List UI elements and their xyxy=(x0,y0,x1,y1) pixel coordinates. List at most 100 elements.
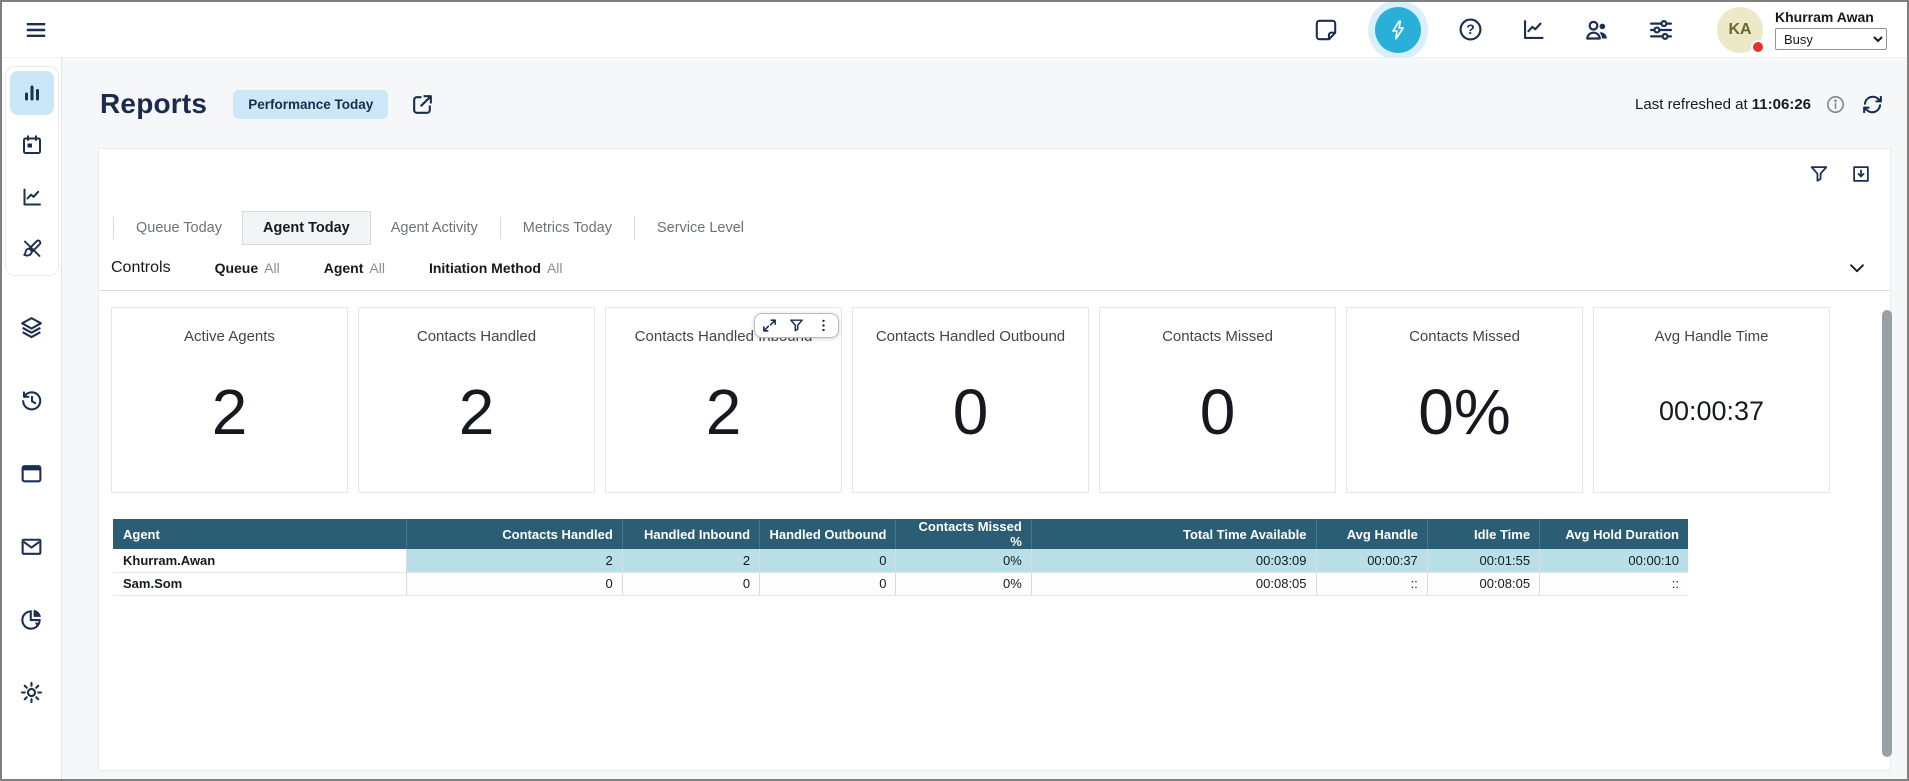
pie-chart-icon xyxy=(19,607,44,632)
column-header-contacts-missed-pct[interactable]: Contacts Missed % xyxy=(896,519,1031,549)
topbar: ? KA Khurram Awan Busy xyxy=(2,2,1907,58)
menu-icon[interactable] xyxy=(24,18,48,42)
column-header-avg-hold-duration[interactable]: Avg Hold Duration xyxy=(1540,519,1688,549)
sidebar-item-layers[interactable] xyxy=(10,305,54,349)
brush-icon xyxy=(20,237,44,261)
vertical-scrollbar[interactable] xyxy=(1882,310,1892,757)
metric-card-contacts-missed-pct[interactable]: Contacts Missed 0% xyxy=(1346,307,1583,493)
filter-funnel-icon[interactable] xyxy=(788,317,805,334)
table-cell: 00:08:05 xyxy=(1031,572,1316,595)
table-row[interactable]: Sam.Som 0 0 0 0% 00:08:05 :: 00:08:05 :: xyxy=(113,572,1688,595)
table-row[interactable]: Khurram.Awan 2 2 0 0% 00:03:09 00:00:37 … xyxy=(113,549,1688,572)
column-header-agent[interactable]: Agent xyxy=(113,519,407,549)
metric-card-active-agents[interactable]: Active Agents 2 xyxy=(111,307,348,493)
sidebar-item-schedule[interactable] xyxy=(10,123,54,167)
sidebar-item-history[interactable] xyxy=(10,378,54,422)
table-cell: 00:00:37 xyxy=(1316,549,1427,572)
tab-divider xyxy=(634,217,635,239)
page-header: Reports Performance Today Last refreshed… xyxy=(100,88,1885,120)
table-cell: 00:03:09 xyxy=(1031,549,1316,572)
column-header-handled-outbound[interactable]: Handled Outbound xyxy=(760,519,896,549)
status-select[interactable]: Busy xyxy=(1775,28,1887,50)
sidebar-item-browser[interactable] xyxy=(10,451,54,495)
tab-divider xyxy=(113,217,114,239)
chevron-down-icon[interactable] xyxy=(1846,257,1868,279)
metric-card-contacts-handled-inbound[interactable]: Contacts Handled Inbound 2 xyxy=(605,307,842,493)
table-header-row: Agent Contacts Handled Handled Inbound H… xyxy=(113,519,1688,549)
column-header-total-time-available[interactable]: Total Time Available xyxy=(1031,519,1316,549)
download-icon[interactable] xyxy=(1850,163,1872,185)
table-cell: 2 xyxy=(407,549,623,572)
metric-cards: Active Agents 2 Contacts Handled 2 Conta… xyxy=(111,307,1830,493)
tab-queue-today[interactable]: Queue Today xyxy=(116,211,242,245)
expand-icon[interactable] xyxy=(761,317,778,334)
note-icon[interactable] xyxy=(1313,17,1339,43)
controls-title: Controls xyxy=(111,259,171,277)
sidebar xyxy=(2,58,62,779)
report-badge[interactable]: Performance Today xyxy=(233,90,388,119)
agent-name-cell: Khurram.Awan xyxy=(113,549,407,572)
help-icon[interactable]: ? xyxy=(1457,16,1484,43)
preferences-sliders-icon[interactable] xyxy=(1647,16,1675,44)
user-block: KA Khurram Awan Busy xyxy=(1717,7,1887,53)
kebab-menu-icon[interactable] xyxy=(815,317,832,334)
filter-funnel-icon[interactable] xyxy=(1808,163,1830,185)
boost-lightning-icon[interactable] xyxy=(1375,7,1421,53)
sidebar-item-mail[interactable] xyxy=(10,524,54,568)
metric-value: 0 xyxy=(1200,345,1236,492)
sidebar-item-customize[interactable] xyxy=(10,227,54,271)
column-header-handled-inbound[interactable]: Handled Inbound xyxy=(622,519,759,549)
report-panel: Queue Today Agent Today Agent Activity M… xyxy=(98,148,1891,771)
sidebar-item-pie-reports[interactable] xyxy=(10,597,54,641)
table-cell: 2 xyxy=(622,549,759,572)
user-name: Khurram Awan xyxy=(1775,9,1887,25)
envelope-icon xyxy=(19,534,44,559)
table-cell: 0 xyxy=(760,572,896,595)
tab-service-level[interactable]: Service Level xyxy=(637,211,764,245)
tab-agent-today[interactable]: Agent Today xyxy=(242,211,371,245)
tab-divider xyxy=(500,217,501,239)
metric-card-avg-handle-time[interactable]: Avg Handle Time 00:00:37 xyxy=(1593,307,1830,493)
table-cell: 0 xyxy=(622,572,759,595)
metric-card-contacts-handled-outbound[interactable]: Contacts Handled Outbound 0 xyxy=(852,307,1089,493)
metric-card-contacts-handled[interactable]: Contacts Handled 2 xyxy=(358,307,595,493)
agent-table-wrap: Agent Contacts Handled Handled Inbound H… xyxy=(113,519,1890,596)
sidebar-item-analytics[interactable] xyxy=(10,175,54,219)
history-icon xyxy=(19,388,44,413)
panel-actions xyxy=(1808,163,1872,185)
sidebar-item-settings[interactable] xyxy=(10,670,54,714)
sidebar-report-group xyxy=(5,66,59,276)
filter-queue[interactable]: QueueAll xyxy=(215,260,280,276)
info-icon[interactable] xyxy=(1825,94,1846,115)
table-cell: 00:08:05 xyxy=(1427,572,1539,595)
last-refreshed-time: 11:06:26 xyxy=(1752,96,1811,113)
tab-metrics-today[interactable]: Metrics Today xyxy=(503,211,632,245)
metrics-icon[interactable] xyxy=(1520,16,1547,43)
open-external-icon[interactable] xyxy=(410,92,435,117)
metric-card-contacts-missed[interactable]: Contacts Missed 0 xyxy=(1099,307,1336,493)
metric-value: 2 xyxy=(459,345,495,492)
avatar[interactable]: KA xyxy=(1717,7,1763,53)
tab-agent-activity[interactable]: Agent Activity xyxy=(371,211,498,245)
metric-value: 2 xyxy=(212,345,248,492)
app-window: ? KA Khurram Awan Busy xyxy=(0,0,1909,781)
layers-icon xyxy=(19,315,44,340)
svg-text:?: ? xyxy=(1466,21,1475,37)
sidebar-item-reports[interactable] xyxy=(10,71,54,115)
agent-table: Agent Contacts Handled Handled Inbound H… xyxy=(113,519,1688,596)
tab-row: Queue Today Agent Today Agent Activity M… xyxy=(111,211,1890,245)
column-header-idle-time[interactable]: Idle Time xyxy=(1427,519,1539,549)
column-header-avg-handle[interactable]: Avg Handle xyxy=(1316,519,1427,549)
people-icon[interactable] xyxy=(1583,16,1611,44)
metric-value: 00:00:37 xyxy=(1659,345,1764,492)
table-cell: 0% xyxy=(896,572,1031,595)
bar-chart-icon xyxy=(20,81,44,105)
gear-icon xyxy=(19,680,44,705)
column-header-contacts-handled[interactable]: Contacts Handled xyxy=(407,519,623,549)
table-cell: 0% xyxy=(896,549,1031,572)
table-cell: 00:01:55 xyxy=(1427,549,1539,572)
filter-initiation-method[interactable]: Initiation MethodAll xyxy=(429,260,563,276)
card-hover-toolbar xyxy=(754,313,839,338)
refresh-icon[interactable] xyxy=(1860,92,1885,117)
filter-agent[interactable]: AgentAll xyxy=(324,260,385,276)
